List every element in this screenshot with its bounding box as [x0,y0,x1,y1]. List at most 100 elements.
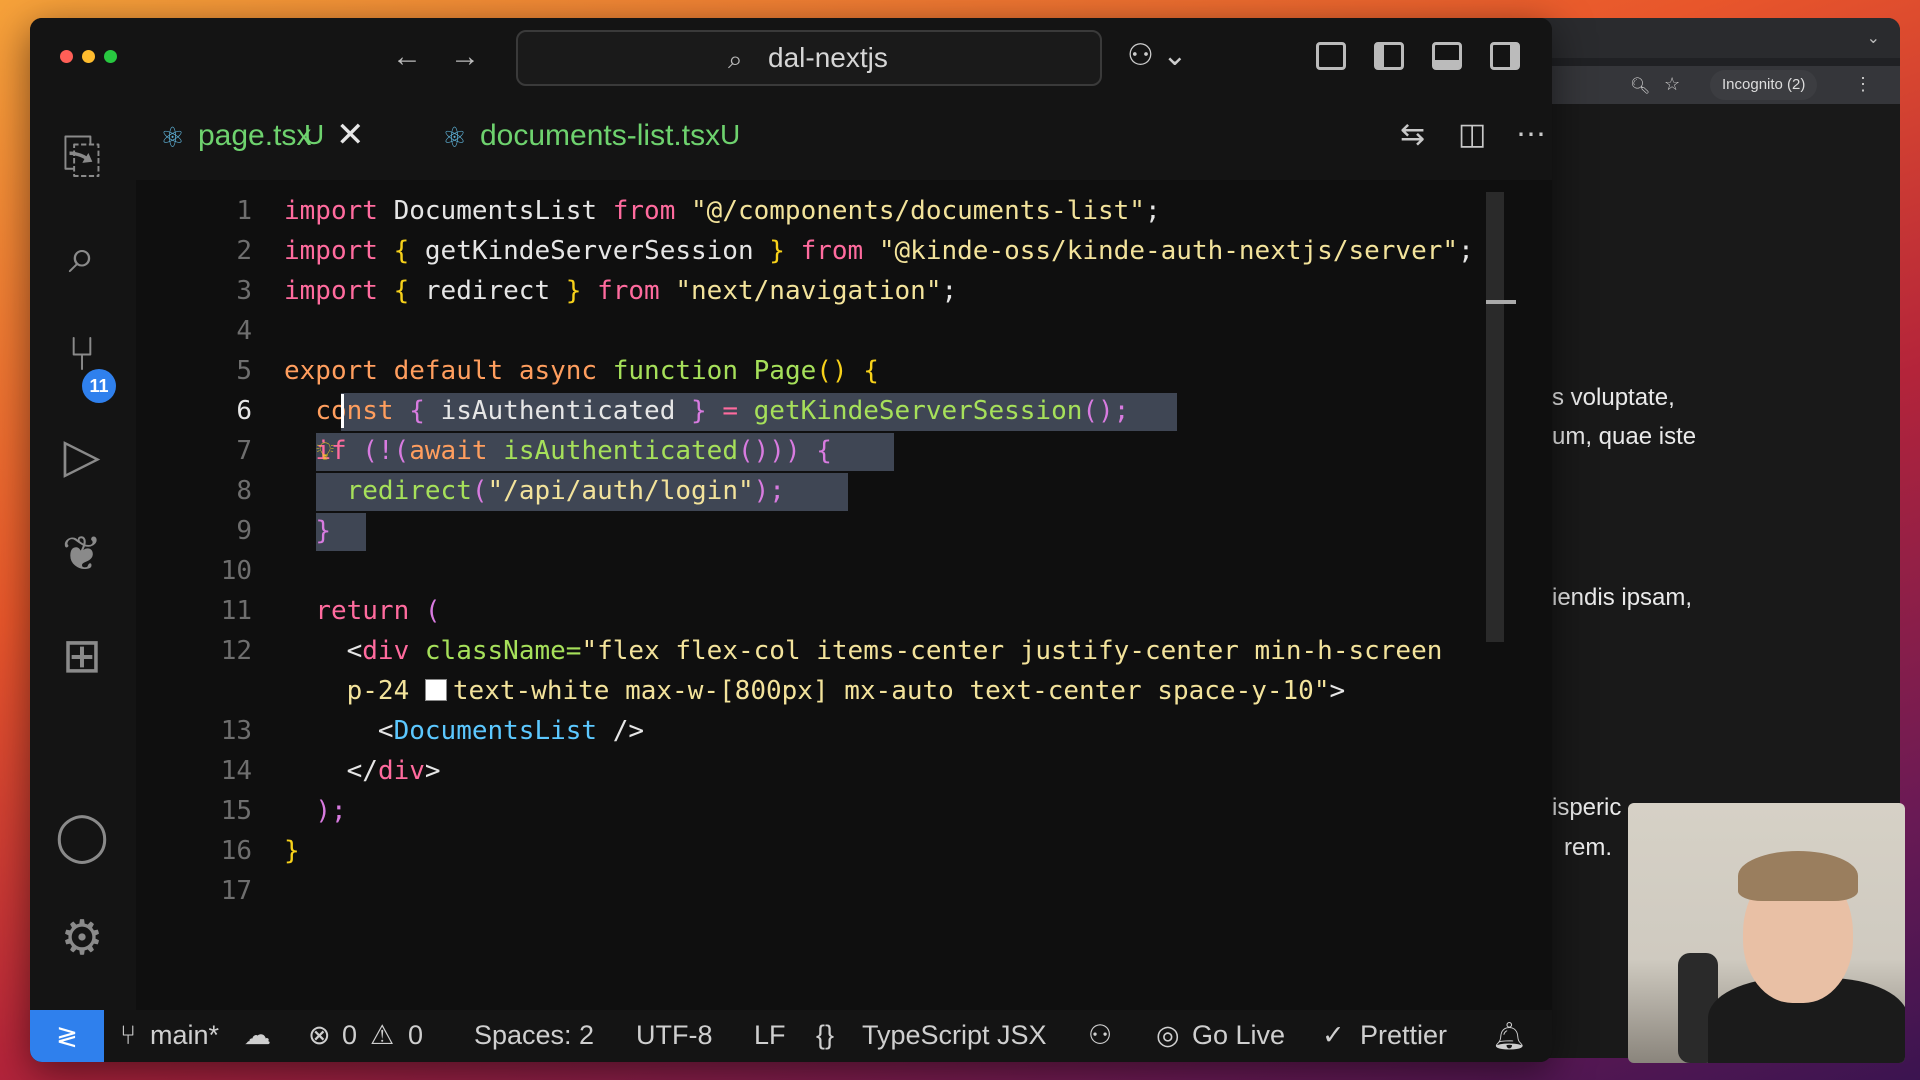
more-actions-icon[interactable]: ⋯ [1516,117,1546,152]
error-icon[interactable]: ⊗ [308,1020,331,1051]
toggle-secondary-sidebar-icon[interactable] [1490,42,1520,70]
code-line: redirect("/api/auth/login"); [346,476,785,506]
code-line: import { redirect } from "next/navigatio… [284,276,958,306]
line-number: 10 [220,556,252,586]
warning-icon[interactable]: ⚠ [370,1020,394,1051]
code-line: ); [315,796,347,826]
remote-indicator-icon[interactable]: ≷ [30,1010,104,1062]
indentation-setting[interactable]: Spaces: 2 [474,1020,594,1051]
eol-setting[interactable]: LF [754,1020,786,1051]
extensions-icon[interactable]: ⊞ [50,625,114,689]
code-line: } [284,836,300,866]
workspace-title: dal-nextjs [768,42,888,73]
line-number: 9 [236,516,252,546]
branch-name[interactable]: main* [150,1020,219,1051]
activity-bar: ⎘ ⌕ ⑂ 11 ▷ ❦ ⊞ ◯ ⚙ [30,95,136,1010]
source-control-badge: 11 [82,369,116,403]
run-debug-icon[interactable]: ▷ [50,425,114,489]
zoom-icon[interactable]: 🔍︎ [1630,76,1650,96]
line-number: 4 [236,316,252,346]
line-number: 1 [236,196,252,226]
command-center[interactable]: ⌕ dal-nextjs [516,30,1102,86]
webcam-overlay [1628,803,1905,1063]
toggle-panel-icon[interactable] [1432,42,1462,70]
close-tab-icon[interactable]: ✕ [336,115,365,155]
page-text-line: iendis ipsam, [1552,584,1693,611]
code-editor[interactable]: 1 2 3 4 5 6 7 8 9 10 11 12 13 14 15 16 1… [136,180,1552,1010]
code-line: } [315,516,331,546]
line-number: 16 [220,836,252,866]
page-text-line: rem. [1564,834,1612,861]
open-changes-icon[interactable]: ⇆ [1400,117,1425,152]
page-text-line: isperic [1552,794,1622,821]
close-window-button[interactable] [60,50,73,63]
prettier-status[interactable]: Prettier [1360,1020,1447,1051]
status-bar: ≷ ⑂ main* ☁ ⊗ 0 ⚠ 0 Spaces: 2 UTF-8 LF {… [30,1010,1552,1062]
page-text-line: um, quae iste [1552,423,1697,450]
code-line: export default async function Page() { [284,356,879,386]
notifications-bell-icon[interactable]: 🔔︎ [1492,1020,1526,1052]
mongodb-leaf-icon[interactable]: ❦ [50,523,114,587]
line-number: 3 [236,276,252,306]
line-number: 2 [236,236,252,266]
copilot-icon[interactable]: ⚇ ⌄ [1127,38,1187,73]
minimize-window-button[interactable] [82,50,95,63]
scrollbar-thumb[interactable] [1486,300,1516,304]
settings-gear-icon[interactable]: ⚙ [50,907,114,971]
code-line: <DocumentsList /> [377,716,645,746]
tab-label: documents-list.tsx [480,119,721,152]
sync-cloud-icon[interactable]: ☁ [244,1020,271,1051]
lightbulb-icon[interactable]: 💡︎ [316,436,334,468]
line-number: 13 [220,716,252,746]
code-line: return ( [315,596,441,626]
language-mode[interactable]: TypeScript JSX [862,1020,1047,1051]
search-icon[interactable]: ⌕ [50,225,114,289]
tab-label: page.tsx [198,119,312,152]
editor-tabs: ⚛ page.tsx U ✕ ⚛ documents-list.tsx U ⇆ … [136,95,1552,180]
line-number: 15 [220,796,252,826]
chevron-down-icon[interactable]: ⌄ [1867,28,1880,48]
checkmark-icon[interactable]: ✓ [1322,1020,1345,1051]
line-number: 8 [236,476,252,506]
error-count[interactable]: 0 [342,1020,357,1051]
tab-documents-list-tsx[interactable]: ⚛ documents-list.tsx U [442,95,842,180]
line-number: 17 [220,876,252,906]
customize-layout-icon[interactable] [1316,42,1346,70]
code-line: const { isAuthenticated } = getKindeServ… [315,396,1130,426]
code-line: import { getKindeServerSession } from "@… [284,236,1474,266]
title-bar: ← → ⌕ dal-nextjs ⚇ ⌄ [30,18,1552,95]
vscode-window: ← → ⌕ dal-nextjs ⚇ ⌄ ⎘ ⌕ ⑂ 11 ▷ ❦ ⊞ ◯ ⚙ … [30,18,1552,1062]
page-text-line: s voluptate, [1552,384,1675,411]
browser-menu-icon[interactable]: ⋮ [1854,74,1872,95]
forward-arrow-icon[interactable]: → [450,40,480,74]
react-icon: ⚛ [160,122,186,153]
line-number: 12 [220,636,252,666]
go-live-button[interactable]: Go Live [1192,1020,1285,1051]
branch-icon[interactable]: ⑂ [120,1020,136,1051]
code-line: import DocumentsList from "@/components/… [284,196,1161,226]
maximize-window-button[interactable] [104,50,117,63]
incognito-badge[interactable]: Incognito (2) [1710,70,1818,100]
editor-scrollbar[interactable] [1486,192,1516,642]
toggle-primary-sidebar-icon[interactable] [1374,42,1404,70]
line-number: 5 [236,356,252,386]
untracked-indicator: U [720,119,741,150]
text-cursor [341,394,344,428]
tab-page-tsx[interactable]: ⚛ page.tsx U ✕ [136,95,422,180]
code-line: if (!(await isAuthenticated())) { [315,436,832,466]
color-swatch[interactable] [424,679,447,701]
encoding-setting[interactable]: UTF-8 [636,1020,713,1051]
braces-icon[interactable]: {} [816,1020,834,1051]
untracked-indicator: U [304,119,325,150]
broadcast-icon[interactable]: ◎ [1156,1020,1180,1051]
code-line: </div> [346,756,441,786]
copilot-status-icon[interactable]: ⚇ [1088,1020,1112,1051]
star-icon[interactable]: ☆ [1664,74,1680,95]
account-icon[interactable]: ◯ [50,805,114,869]
line-number: 7 [236,436,252,466]
back-arrow-icon[interactable]: ← [392,40,422,74]
split-editor-icon[interactable]: ◫ [1458,117,1486,152]
line-number: 11 [220,596,252,626]
warning-count[interactable]: 0 [408,1020,423,1051]
explorer-icon[interactable]: ⎘ [50,125,114,189]
